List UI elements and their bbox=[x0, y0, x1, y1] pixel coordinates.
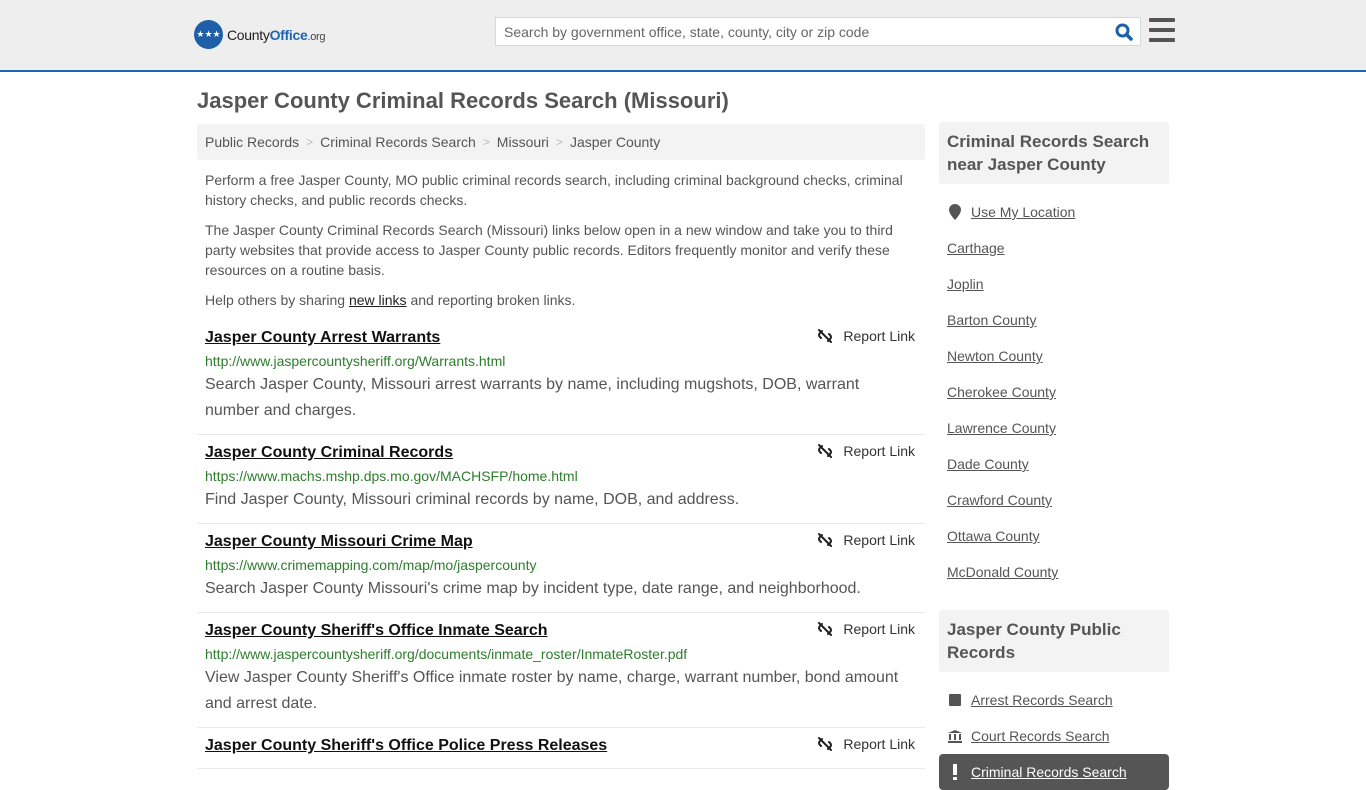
broken-link-icon bbox=[818, 329, 833, 343]
record-description: Search Jasper County, Missouri arrest wa… bbox=[205, 376, 860, 419]
record-title-link[interactable]: Jasper County Arrest Warrants bbox=[205, 326, 440, 350]
nearby-link[interactable]: Cherokee County bbox=[947, 374, 1169, 410]
nearby-link[interactable]: Joplin bbox=[947, 266, 1169, 302]
chevron-right-icon: > bbox=[482, 135, 490, 149]
main-content: Public Records > Criminal Records Search >… bbox=[197, 124, 925, 769]
nearby-heading: Criminal Records Search near Jasper Coun… bbox=[939, 122, 1169, 184]
record-item: Jasper County Missouri Crime Map Report L… bbox=[197, 524, 925, 613]
nearby-list: Use My Location Carthage Joplin Barton Cou… bbox=[939, 184, 1169, 590]
search-box bbox=[495, 17, 1141, 46]
nearby-link[interactable]: Crawford County bbox=[947, 482, 1169, 518]
nearby-link[interactable]: Barton County bbox=[947, 302, 1169, 338]
record-item: Jasper County Criminal Records Report Lin… bbox=[197, 435, 925, 524]
report-link-button[interactable]: Report Link bbox=[817, 328, 915, 344]
intro-paragraph: The Jasper County Criminal Records Searc… bbox=[205, 222, 893, 278]
square-icon bbox=[947, 694, 963, 706]
record-description: View Jasper County Sheriff's Office inma… bbox=[205, 669, 899, 712]
search-input[interactable] bbox=[496, 23, 1108, 40]
chevron-right-icon: > bbox=[306, 135, 314, 149]
map-marker-icon bbox=[947, 204, 963, 220]
courthouse-icon bbox=[947, 729, 963, 743]
broken-link-icon bbox=[818, 533, 833, 547]
nearby-link[interactable]: Carthage bbox=[947, 230, 1169, 266]
public-records-link[interactable]: Criminal Records Search bbox=[939, 754, 1169, 790]
intro-paragraph: Help others by sharing new links and rep… bbox=[205, 292, 576, 308]
record-title-link[interactable]: Jasper County Sheriff's Office Inmate Se… bbox=[205, 619, 548, 643]
new-links-link[interactable]: new links bbox=[349, 292, 407, 308]
top-header: ★★★ CountyOffice.org bbox=[0, 0, 1366, 72]
nearby-link[interactable]: Ottawa County bbox=[947, 518, 1169, 554]
public-records-heading: Jasper County Public Records bbox=[939, 610, 1169, 672]
record-item: Jasper County Sheriff's Office Police Pr… bbox=[197, 728, 925, 769]
record-title-link[interactable]: Jasper County Criminal Records bbox=[205, 441, 453, 465]
search-icon bbox=[1115, 23, 1133, 41]
record-item: Jasper County Arrest Warrants Report Link… bbox=[197, 320, 925, 435]
logo-text: CountyOffice.org bbox=[227, 26, 326, 43]
use-my-location[interactable]: Use My Location bbox=[947, 194, 1169, 230]
records-list: Jasper County Arrest Warrants Report Link… bbox=[197, 320, 925, 769]
record-title-link[interactable]: Jasper County Missouri Crime Map bbox=[205, 530, 473, 554]
site-logo[interactable]: ★★★ CountyOffice.org bbox=[194, 20, 326, 49]
breadcrumb-public-records[interactable]: Public Records bbox=[205, 134, 299, 150]
nearby-link[interactable]: McDonald County bbox=[947, 554, 1169, 590]
nearby-link[interactable]: Lawrence County bbox=[947, 410, 1169, 446]
record-description: Find Jasper County, Missouri criminal re… bbox=[205, 491, 740, 508]
broken-link-icon bbox=[818, 737, 833, 751]
page-title: Jasper County Criminal Records Search (M… bbox=[197, 88, 729, 113]
breadcrumb-missouri[interactable]: Missouri bbox=[497, 134, 549, 150]
nearby-link[interactable]: Dade County bbox=[947, 446, 1169, 482]
report-link-button[interactable]: Report Link bbox=[817, 443, 915, 459]
nearby-link[interactable]: Newton County bbox=[947, 338, 1169, 374]
record-url: https://www.crimemapping.com/map/mo/jasp… bbox=[205, 557, 537, 573]
public-records-link[interactable]: Arrest Records Search bbox=[947, 682, 1169, 718]
report-link-button[interactable]: Report Link bbox=[817, 532, 915, 548]
exclamation-icon bbox=[947, 764, 963, 780]
breadcrumb-criminal-records-search[interactable]: Criminal Records Search bbox=[320, 134, 476, 150]
breadcrumb: Public Records > Criminal Records Search >… bbox=[197, 124, 925, 160]
public-records-list: Arrest Records Search Court Records Searc… bbox=[939, 672, 1169, 790]
public-records-link[interactable]: Court Records Search bbox=[947, 718, 1169, 754]
report-link-button[interactable]: Report Link bbox=[817, 736, 915, 752]
breadcrumb-jasper-county[interactable]: Jasper County bbox=[570, 134, 660, 150]
record-url: http://www.jaspercountysheriff.org/Warra… bbox=[205, 353, 506, 369]
sidebar: Criminal Records Search near Jasper Coun… bbox=[939, 122, 1169, 790]
broken-link-icon bbox=[818, 622, 833, 636]
eagle-logo-icon: ★★★ bbox=[194, 20, 223, 49]
report-link-button[interactable]: Report Link bbox=[817, 621, 915, 637]
intro-paragraph: Perform a free Jasper County, MO public … bbox=[205, 172, 903, 208]
record-description: Search Jasper County Missouri's crime ma… bbox=[205, 580, 861, 597]
chevron-right-icon: > bbox=[555, 135, 563, 149]
record-url: http://www.jaspercountysheriff.org/docum… bbox=[205, 646, 688, 662]
hamburger-menu-icon[interactable] bbox=[1149, 18, 1175, 42]
search-button[interactable] bbox=[1108, 18, 1140, 45]
intro-text: Perform a free Jasper County, MO public … bbox=[197, 160, 925, 310]
record-item: Jasper County Sheriff's Office Inmate Se… bbox=[197, 613, 925, 728]
broken-link-icon bbox=[818, 444, 833, 458]
record-title-link[interactable]: Jasper County Sheriff's Office Police Pr… bbox=[205, 734, 607, 758]
record-url: https://www.machs.mshp.dps.mo.gov/MACHSF… bbox=[205, 468, 578, 484]
